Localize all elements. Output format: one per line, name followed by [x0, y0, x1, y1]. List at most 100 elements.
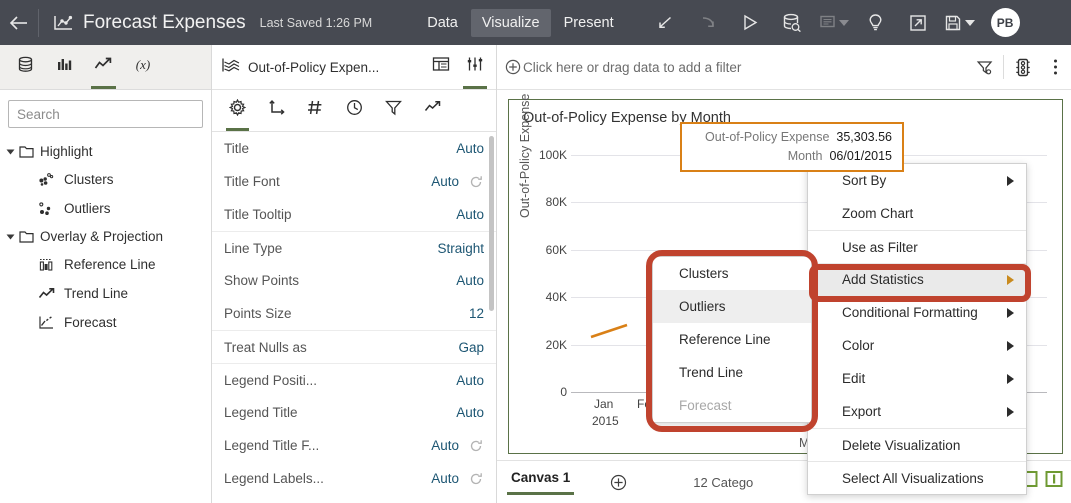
analytics-trend-icon [424, 101, 440, 111]
prop-tab-analytics[interactable] [413, 90, 452, 131]
submenu-item-reference-line[interactable]: Reference Line [653, 323, 811, 356]
properties-panel-button[interactable] [458, 45, 492, 89]
chevron-down-icon [838, 19, 849, 26]
prop-tab-number-format[interactable] [296, 90, 335, 131]
menu-item-delete-visualization[interactable]: Delete Visualization [808, 428, 1026, 461]
tree-item-trend-line[interactable]: Trend Line [0, 279, 211, 308]
tooltip-value: 06/01/2015 [829, 149, 892, 163]
tooltip-value: 35,303.56 [836, 130, 892, 144]
prop-tab-general[interactable] [218, 90, 257, 131]
tree-group-highlight[interactable]: Highlight [0, 138, 211, 165]
prop-tab-axis[interactable] [257, 90, 296, 131]
tree-item-forecast[interactable]: Forecast [0, 308, 211, 337]
sidebar-tab-data-sources[interactable] [6, 45, 45, 89]
menu-item-color[interactable]: Color [808, 329, 1026, 362]
sidebar-tab-analytics[interactable] [84, 45, 123, 89]
property-row[interactable]: Line Type Straight [212, 231, 496, 264]
share-export-button[interactable] [897, 0, 939, 45]
property-row[interactable]: Title Auto [212, 132, 496, 165]
sidebar-tab-calculations[interactable]: (x) [123, 45, 162, 89]
property-value[interactable]: Auto [431, 471, 459, 486]
property-value[interactable]: Straight [437, 241, 484, 256]
menu-item-zoom-chart[interactable]: Zoom Chart [808, 197, 1026, 230]
tab-data[interactable]: Data [416, 9, 469, 37]
prop-tab-date-time[interactable] [335, 90, 374, 131]
reset-icon[interactable] [469, 175, 484, 189]
tab-visualize[interactable]: Visualize [470, 8, 551, 37]
tree-item-reference-line[interactable]: Reference Line [0, 250, 211, 279]
submenu-item-clusters[interactable]: Clusters [653, 257, 811, 290]
property-value[interactable]: Auto [456, 207, 484, 222]
menu-item-add-statistics[interactable]: Add Statistics [808, 263, 1026, 296]
more-options-button[interactable] [1039, 45, 1071, 89]
submenu-item-trend-line[interactable]: Trend Line [653, 356, 811, 389]
undo-button[interactable] [645, 0, 687, 45]
add-canvas-button[interactable] [610, 474, 627, 491]
menu-item-export[interactable]: Export [808, 395, 1026, 428]
property-value[interactable]: Gap [458, 340, 484, 355]
sidebar-tab-visualizations[interactable] [45, 45, 84, 89]
property-value[interactable]: Auto [431, 438, 459, 453]
property-row[interactable]: Show Points Auto [212, 264, 496, 297]
grammar-panel-button[interactable] [424, 45, 458, 89]
property-row[interactable]: Legend Labels... Auto [212, 462, 496, 495]
menu-item-conditional-formatting[interactable]: Conditional Formatting [808, 296, 1026, 329]
property-row[interactable]: Legend Title Auto [212, 396, 496, 429]
line-chart-icon [222, 57, 240, 78]
canvas-tab[interactable]: Canvas 1 [506, 470, 575, 495]
property-row[interactable]: Legend Positi... Auto [212, 363, 496, 396]
tab-present[interactable]: Present [553, 9, 625, 37]
tree-item-outliers[interactable]: Outliers [0, 194, 211, 223]
chevron-down-icon [965, 19, 976, 26]
layout-split-icon [1045, 471, 1063, 487]
menu-item-select-all-visualizations[interactable]: Select All Visualizations [808, 461, 1026, 494]
grammar-panel-icon [432, 57, 450, 71]
prop-tab-filter[interactable] [374, 90, 413, 131]
property-row[interactable]: Points Size 12 [212, 297, 496, 330]
redo-button[interactable] [687, 0, 729, 45]
filter-icon [385, 100, 402, 116]
property-value[interactable]: Auto [456, 273, 484, 288]
comment-button[interactable] [813, 0, 855, 45]
tree-group-overlay-projection[interactable]: Overlay & Projection [0, 223, 211, 250]
menu-item-edit[interactable]: Edit [808, 362, 1026, 395]
axis-icon [269, 99, 285, 115]
avatar[interactable]: PB [990, 8, 1020, 37]
chevron-right-icon [1007, 340, 1014, 351]
filter-bar[interactable]: Click here or drag data to add a filter [497, 45, 1071, 90]
reset-icon[interactable] [469, 439, 484, 453]
property-name: Legend Title F... [224, 438, 320, 453]
property-value[interactable]: 12 [469, 306, 484, 321]
arrow-left-icon [9, 15, 27, 30]
reset-icon[interactable] [469, 472, 484, 486]
property-name: Title Font [224, 174, 280, 189]
back-button[interactable] [0, 0, 38, 45]
search-input[interactable] [8, 100, 203, 128]
toolbar-divider [38, 8, 39, 37]
properties-scrollbar[interactable] [489, 136, 494, 311]
submenu-item-outliers[interactable]: Outliers [653, 290, 811, 323]
property-value[interactable]: Auto [456, 373, 484, 388]
property-value[interactable]: Auto [456, 405, 484, 420]
insights-button[interactable] [855, 0, 897, 45]
save-button[interactable] [939, 0, 981, 45]
menu-item-label: Add Statistics [842, 272, 924, 287]
prepare-data-button[interactable] [771, 0, 813, 45]
property-value[interactable]: Auto [431, 174, 459, 189]
data-actions-button[interactable] [1007, 45, 1039, 89]
save-icon [945, 15, 961, 30]
chart-tooltip: Out-of-Policy Expense 35,303.56 Month 06… [680, 122, 904, 172]
property-value[interactable]: Auto [456, 141, 484, 156]
undo-icon [659, 16, 672, 29]
play-button[interactable] [729, 0, 771, 45]
tree-item-clusters[interactable]: Clusters [0, 165, 211, 194]
property-row[interactable]: Legend Title F... Auto [212, 429, 496, 462]
properties-tab-bar [212, 90, 496, 132]
property-row[interactable]: Title Font Auto [212, 165, 496, 198]
menu-item-use-as-filter[interactable]: Use as Filter [808, 230, 1026, 263]
property-row[interactable]: Treat Nulls as Gap [212, 330, 496, 363]
property-row[interactable]: Title Tooltip Auto [212, 198, 496, 231]
properties-title: Out-of-Policy Expen... [248, 59, 380, 75]
layout-split-button[interactable] [1045, 470, 1063, 493]
filter-toggle-button[interactable] [968, 45, 1000, 89]
